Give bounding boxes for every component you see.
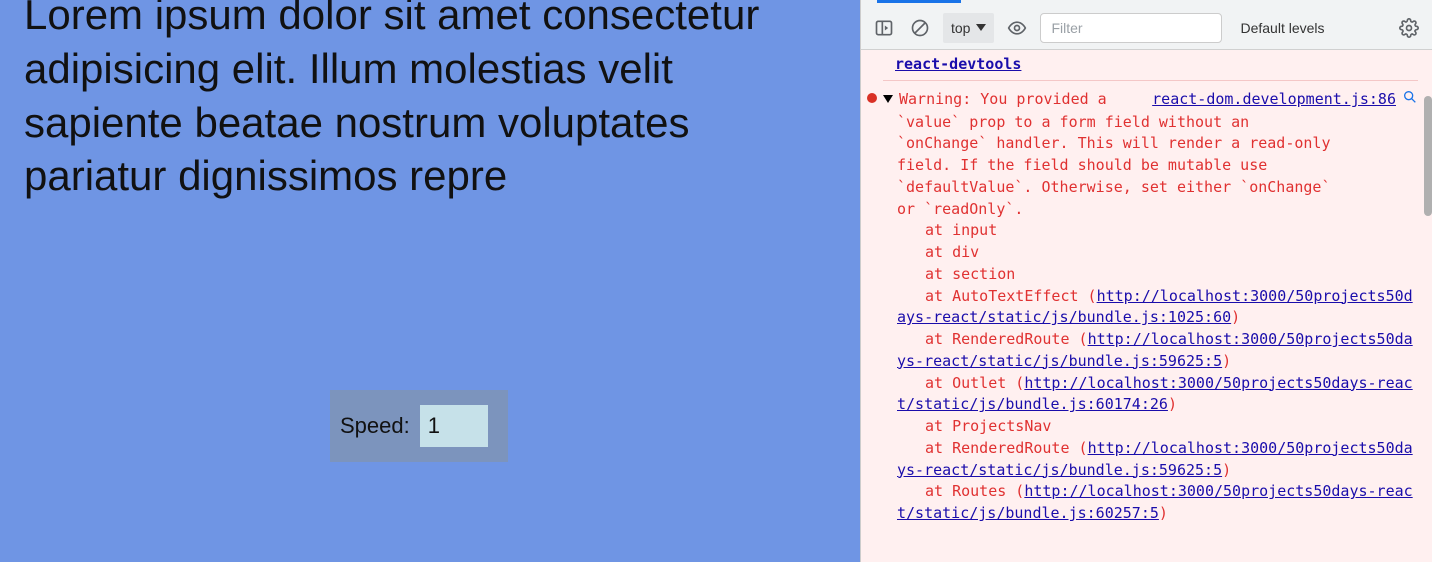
stack-frame: at ProjectsNav xyxy=(897,416,1418,438)
warning-body-line: `value` prop to a form field without an xyxy=(897,112,1418,134)
warning-body-line: field. If the field should be mutable us… xyxy=(897,155,1418,177)
warning-body-line: `defaultValue`. Otherwise, set either `o… xyxy=(897,177,1418,199)
previous-log-link[interactable]: react-devtools xyxy=(883,50,1021,80)
console-toolbar: top Default levels xyxy=(861,6,1432,50)
context-label: top xyxy=(951,20,970,36)
search-icon[interactable] xyxy=(1402,89,1418,112)
warning-body-line: or `readOnly`. xyxy=(897,199,1418,221)
stack-frame: at Outlet (http://localhost:3000/50proje… xyxy=(897,373,1418,417)
source-link[interactable]: react-dom.development.js:86 xyxy=(1152,89,1396,111)
stack-frame: at section xyxy=(897,264,1418,286)
console-error-message: Warning: You provided a react-dom.develo… xyxy=(883,80,1418,525)
stack-trace: at inputat divat sectionat AutoTextEffec… xyxy=(883,220,1418,525)
chevron-down-icon xyxy=(976,24,986,31)
stack-frame: at div xyxy=(897,242,1418,264)
stack-frame: at Routes (http://localhost:3000/50proje… xyxy=(897,481,1418,525)
console-filter-input[interactable] xyxy=(1040,13,1222,43)
speed-label: Speed: xyxy=(340,413,410,439)
speed-control: Speed: xyxy=(330,390,508,462)
gear-icon[interactable] xyxy=(1396,15,1422,41)
warning-head-text: Warning: You provided a xyxy=(899,89,1107,111)
devtools-tab-indicator xyxy=(861,0,1432,6)
auto-typing-text: Lorem ipsum dolor sit amet consectetur a… xyxy=(24,0,836,203)
clear-console-icon[interactable] xyxy=(907,15,933,41)
live-expression-icon[interactable] xyxy=(1004,15,1030,41)
stack-frame: at input xyxy=(897,220,1418,242)
app-pane: Lorem ipsum dolor sit amet consectetur a… xyxy=(0,0,860,562)
speed-input[interactable] xyxy=(420,405,488,447)
stack-frame: at RenderedRoute (http://localhost:3000/… xyxy=(897,438,1418,482)
toggle-sidebar-icon[interactable] xyxy=(871,15,897,41)
console-output: react-devtools Warning: You provided a r… xyxy=(861,50,1432,562)
warning-body: `value` prop to a form field without an`… xyxy=(883,112,1418,221)
log-levels-dropdown[interactable]: Default levels xyxy=(1240,20,1324,36)
stack-frame: at AutoTextEffect (http://localhost:3000… xyxy=(897,286,1418,330)
error-icon xyxy=(867,93,877,103)
stack-frame: at RenderedRoute (http://localhost:3000/… xyxy=(897,329,1418,373)
devtools-panel: top Default levels react-devtools Warnin… xyxy=(860,0,1432,562)
scrollbar-thumb[interactable] xyxy=(1424,96,1432,216)
warning-body-line: `onChange` handler. This will render a r… xyxy=(897,133,1418,155)
execution-context-selector[interactable]: top xyxy=(943,13,994,43)
disclosure-triangle-icon[interactable] xyxy=(883,95,893,103)
